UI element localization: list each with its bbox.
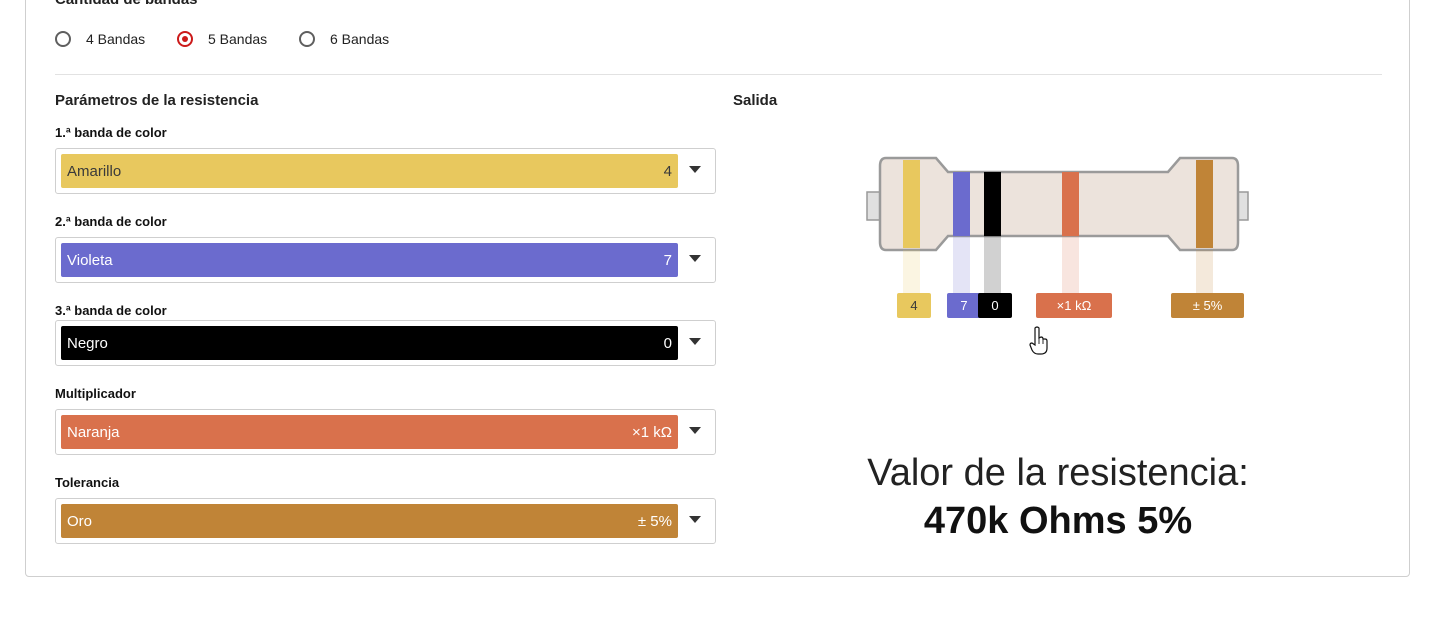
band3-select[interactable]: Negro 0 xyxy=(55,320,716,366)
band3-selected-option[interactable]: Negro 0 xyxy=(61,326,678,360)
band1-value: 4 xyxy=(663,162,672,180)
multiplier-selected-option[interactable]: Naranja ×1 kΩ xyxy=(61,415,678,449)
tolerance-value: ± 5% xyxy=(637,512,672,530)
radio-6-bands[interactable]: 6 Bandas xyxy=(299,28,389,50)
radio-button-6[interactable] xyxy=(299,31,315,47)
multiplier-mark xyxy=(1062,172,1079,236)
radio-button-4[interactable] xyxy=(55,31,71,47)
result-label: Valor de la resistencia: xyxy=(867,452,1249,494)
tolerance-select[interactable]: Oro ± 5% xyxy=(55,498,716,544)
tolerance-mark xyxy=(1196,160,1213,248)
band2-select[interactable]: Violeta 7 xyxy=(55,237,716,283)
multiplier-label: Multiplicador xyxy=(55,386,136,401)
band-3-stem xyxy=(984,236,1001,293)
band-count-title: Cantidad de bandas xyxy=(55,0,198,8)
band1-label: 1.ª banda de color xyxy=(55,125,167,140)
tolerance-color-name: Oro xyxy=(67,512,93,530)
radio-label-4: 4 Bandas xyxy=(86,31,146,47)
multiplier-select[interactable]: Naranja ×1 kΩ xyxy=(55,409,716,455)
resistor-body xyxy=(878,156,1240,252)
band1-color-name: Amarillo xyxy=(67,162,122,180)
resistor-diagram xyxy=(866,156,1249,252)
band2-selected-option[interactable]: Violeta 7 xyxy=(61,243,678,277)
chip-band-1: 4 xyxy=(897,293,931,318)
result-value: 470k Ohms 5% xyxy=(923,500,1193,542)
band3-label: 3.ª banda de color xyxy=(55,303,167,318)
chevron-down-icon[interactable] xyxy=(689,166,701,173)
output-title: Salida xyxy=(733,92,778,109)
chevron-down-icon[interactable] xyxy=(689,338,701,345)
multiplier-color-name: Naranja xyxy=(67,423,120,441)
chevron-down-icon[interactable] xyxy=(689,427,701,434)
chip-band-2: 7 xyxy=(947,293,981,318)
chip-multiplier: ×1 kΩ xyxy=(1036,293,1112,318)
params-title: Parámetros de la resistencia xyxy=(55,92,259,109)
multiplier-value: ×1 kΩ xyxy=(632,423,672,441)
band3-color-name: Negro xyxy=(67,334,108,352)
tolerance-label: Tolerancia xyxy=(55,475,120,490)
chevron-down-icon[interactable] xyxy=(689,516,701,523)
hand-cursor-icon xyxy=(1029,326,1048,355)
band-2-mark xyxy=(953,172,970,236)
chip-tolerance: ± 5% xyxy=(1171,293,1244,318)
band-1-stem xyxy=(903,250,920,293)
chevron-down-icon[interactable] xyxy=(689,255,701,262)
section-divider xyxy=(55,74,1382,75)
radio-4-bands[interactable]: 4 Bandas xyxy=(55,28,145,50)
band-3-mark xyxy=(984,172,1001,236)
chip-band-3: 0 xyxy=(978,293,1012,318)
band3-value: 0 xyxy=(663,334,672,352)
band1-selected-option[interactable]: Amarillo 4 xyxy=(61,154,678,188)
tolerance-selected-option[interactable]: Oro ± 5% xyxy=(61,504,678,538)
radio-5-bands[interactable]: 5 Bandas xyxy=(177,28,267,50)
band1-select[interactable]: Amarillo 4 xyxy=(55,148,716,194)
radio-button-5[interactable] xyxy=(177,31,193,47)
band2-label: 2.ª banda de color xyxy=(55,214,167,229)
radio-label-5: 5 Bandas xyxy=(208,31,268,47)
tolerance-stem xyxy=(1196,250,1213,293)
band-1-mark xyxy=(903,160,920,248)
band2-color-name: Violeta xyxy=(67,251,113,269)
radio-label-6: 6 Bandas xyxy=(330,31,390,47)
band2-value: 7 xyxy=(663,251,672,269)
multiplier-stem xyxy=(1062,236,1079,293)
band-2-stem xyxy=(953,236,970,293)
